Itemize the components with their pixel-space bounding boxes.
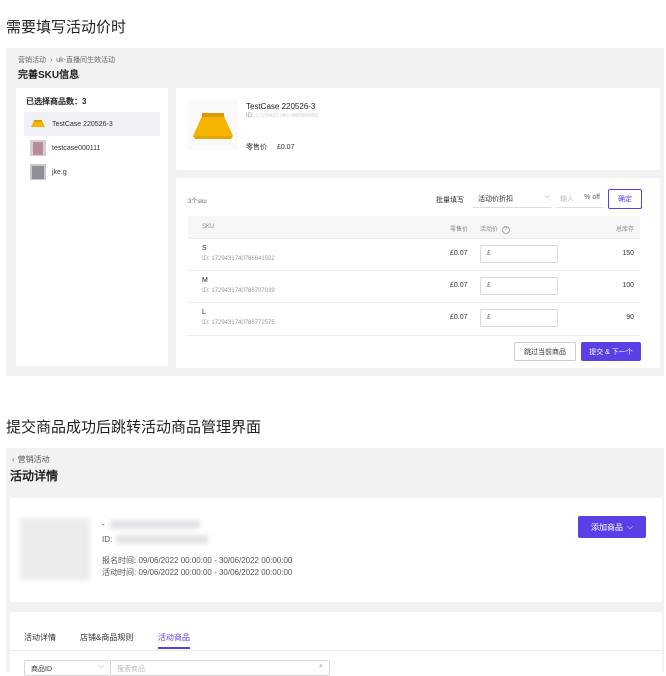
- breadcrumb: 营销活动 › uk-直播间生效活动: [18, 55, 115, 65]
- product-image: [188, 100, 238, 150]
- tabs-divider: [10, 650, 662, 651]
- activity-name-prefix: -: [102, 520, 105, 529]
- currency-prefix: £: [487, 250, 491, 257]
- activity-name-row: -: [102, 520, 105, 529]
- currency-prefix: £: [487, 314, 491, 321]
- section-heading-2: 提交商品成功后跳转活动商品管理界面: [6, 419, 262, 436]
- percent-off-suffix: % off: [584, 194, 600, 201]
- table-row: L ID: 1729431740786772575 £0.07 £ 90: [188, 302, 640, 336]
- retail-price-row: 零售价 £0.07: [246, 142, 294, 152]
- sku-stock: 150: [622, 250, 634, 257]
- sku-name: L: [202, 309, 206, 316]
- search-icon[interactable]: ⌕: [319, 663, 323, 671]
- detail-page-title: 活动详情: [10, 469, 59, 483]
- header-retail-price: 零售价: [450, 227, 469, 233]
- product-name: TestCase 220526-3: [52, 120, 113, 128]
- currency-prefix: £: [487, 282, 491, 289]
- product-detail-id-value: 1729431740786064950: [255, 113, 319, 119]
- retail-price-value: £0.07: [276, 144, 295, 151]
- sku-table-header: SKU 零售价 活动价 ? 总库存: [188, 216, 640, 238]
- gray-clothes-thumbnail: [30, 164, 46, 180]
- activity-price-input[interactable]: £: [480, 309, 558, 327]
- activity-price-input[interactable]: £: [480, 245, 558, 263]
- section-heading-1: 需要填写活动价时: [6, 19, 127, 36]
- batch-type-value: 活动价折扣: [478, 196, 513, 203]
- chevron-down-icon: ⌵: [544, 193, 550, 200]
- header-sku: SKU: [202, 224, 215, 230]
- product-name: jke.g: [52, 168, 67, 176]
- product-detail-name: TestCase 220526-3: [246, 102, 316, 111]
- product-search-input[interactable]: 搜索商品 ⌕: [110, 660, 330, 676]
- sku-id: ID: 1729431740786707039: [202, 288, 275, 294]
- sku-stock: 100: [622, 282, 634, 289]
- product-detail-id-label: ID:: [246, 113, 254, 119]
- sku-count: 3个sku: [188, 199, 207, 205]
- sku-table-card: 3个sku 批量填写 活动价折扣 ⌵ 输入 % off 确定 SKU 零售价 活…: [176, 178, 660, 368]
- product-detail-id: ID: 1729431740786064950: [246, 113, 319, 119]
- detail-page-background: ‹ 营销活动 活动详情 - ID: 报名时间: 09/06/2022 00:00:…: [6, 448, 664, 676]
- sku-id: ID: 1729431740786772575: [202, 320, 275, 326]
- page-title: 完善SKU信息: [18, 70, 80, 81]
- table-row: M ID: 1729431740786707039 £0.07 £ 100: [188, 270, 640, 303]
- signup-time: 报名时间: 09/06/2022 00:00:00 - 30/06/2022 0…: [102, 556, 293, 565]
- activity-id-label: ID:: [102, 535, 113, 544]
- product-detail-card: TestCase 220526-3 ID: 172943174078606495…: [176, 88, 660, 170]
- tab-activity-detail[interactable]: 活动详情: [24, 632, 56, 643]
- activity-tabs-card: 活动详情 店铺&商品规则 活动商品 商品ID ⌵ 搜索商品 ⌕: [10, 612, 662, 676]
- filter-field-select[interactable]: 商品ID ⌵: [24, 660, 110, 676]
- confirm-button[interactable]: 确定: [608, 189, 642, 209]
- yellow-skirt-thumbnail: [31, 120, 45, 127]
- skip-product-button[interactable]: 跳过当前商品: [514, 342, 576, 361]
- product-item[interactable]: TestCase 220526-3: [24, 112, 160, 136]
- activity-name-redacted: [110, 520, 200, 529]
- batch-discount-input[interactable]: 输入 % off: [556, 190, 604, 208]
- back-link[interactable]: ‹ 营销活动: [12, 454, 50, 465]
- table-row: S ID: 1729431740786641502 £0.07 £ 150: [188, 238, 640, 271]
- batch-type-select[interactable]: 活动价折扣 ⌵: [472, 190, 552, 208]
- chevron-left-icon: ‹: [12, 455, 15, 464]
- sku-name: M: [202, 277, 208, 284]
- chevron-down-icon: ⌵: [626, 522, 634, 531]
- add-product-button[interactable]: 添加商品 ⌵: [578, 516, 646, 538]
- breadcrumb-item-activity[interactable]: uk-直播间生效活动: [56, 57, 115, 64]
- selected-products-panel: 已选择商品数：3 TestCase 220526-3 testcase00011…: [16, 88, 168, 366]
- product-item[interactable]: jke.g: [24, 160, 160, 184]
- sku-page-background: 营销活动 › uk-直播间生效活动 完善SKU信息 已选择商品数：3 TestC…: [6, 48, 664, 376]
- pink-clothes-thumbnail: [30, 140, 46, 156]
- sku-stock: 90: [626, 314, 634, 321]
- product-item[interactable]: testcase000111: [24, 136, 160, 160]
- batch-discount-placeholder: 输入: [560, 196, 574, 203]
- sku-retail-price: £0.07: [450, 282, 468, 289]
- sku-retail-price: £0.07: [450, 250, 468, 257]
- tab-store-product-rules[interactable]: 店铺&商品规则: [80, 632, 133, 643]
- product-name: testcase000111: [52, 144, 101, 152]
- sku-id: ID: 1729431740786641502: [202, 256, 275, 262]
- activity-price-input[interactable]: £: [480, 277, 558, 295]
- activity-image-placeholder: [20, 518, 90, 580]
- breadcrumb-separator: ›: [49, 57, 53, 64]
- chevron-down-icon: ⌵: [98, 663, 104, 670]
- retail-price-label: 零售价: [246, 144, 267, 151]
- activity-time: 活动时间: 09/06/2022 00:00:00 - 30/06/2022 0…: [102, 568, 293, 577]
- header-total-stock: 总库存: [615, 227, 634, 233]
- sku-name: S: [202, 245, 207, 252]
- selected-count-label: 已选择商品数：3: [26, 97, 87, 106]
- activity-info-card: - ID: 报名时间: 09/06/2022 00:00:00 - 30/06/…: [10, 498, 662, 602]
- submit-next-button[interactable]: 提交 & 下一个: [581, 342, 641, 361]
- info-icon[interactable]: ?: [501, 226, 510, 234]
- breadcrumb-item-marketing[interactable]: 营销活动: [18, 57, 46, 64]
- sku-retail-price: £0.07: [450, 314, 468, 321]
- batch-fill-label: 批量填写: [436, 197, 464, 204]
- header-activity-price: 活动价 ?: [480, 224, 510, 234]
- activity-id-redacted: [116, 535, 208, 544]
- tab-activity-products[interactable]: 活动商品: [158, 632, 190, 649]
